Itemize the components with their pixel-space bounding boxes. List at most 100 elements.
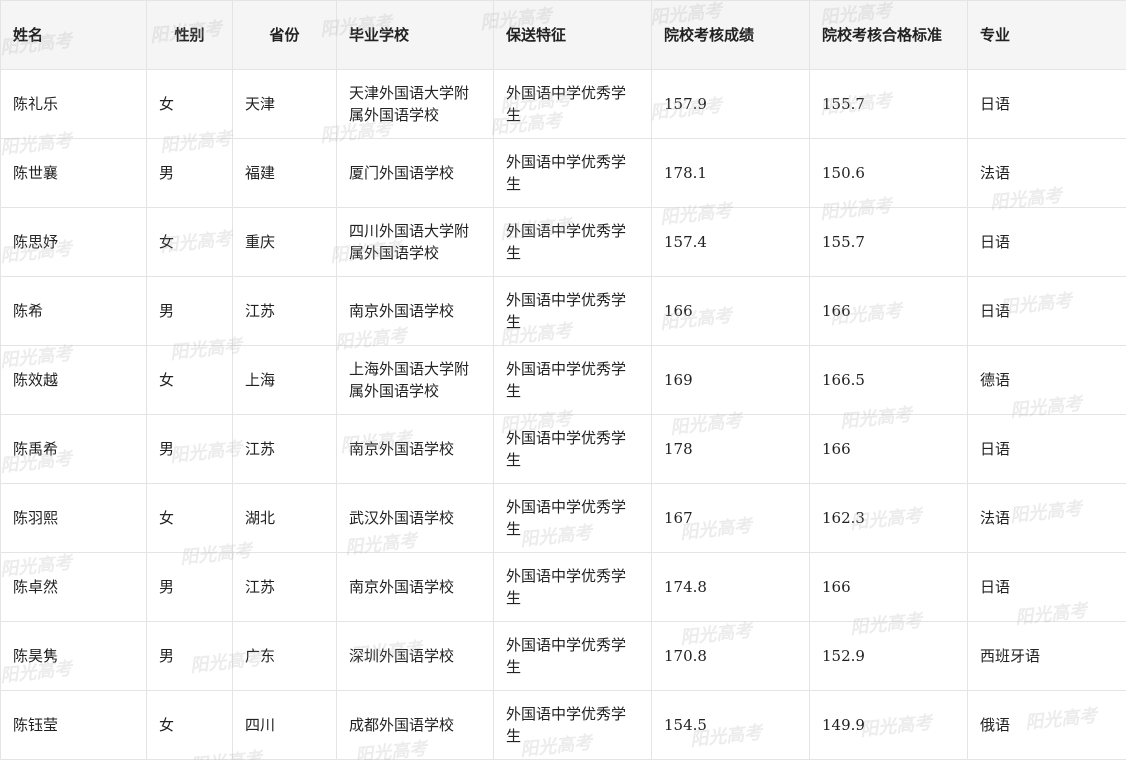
cell-gender: 女 — [146, 207, 233, 277]
cell-gender: 女 — [146, 483, 233, 553]
cell-name: 陈羽熙 — [0, 483, 147, 553]
cell-standard: 150.6 — [809, 138, 968, 208]
cell-major: 日语 — [967, 552, 1126, 622]
cell-school: 南京外国语学校 — [336, 414, 494, 484]
cell-name: 陈钰莹 — [0, 690, 147, 760]
cell-major: 西班牙语 — [967, 621, 1126, 691]
table-body: 陈礼乐女天津 天津外国语大学附属外国语学校 外国语中学优秀学生 157.9 155.7 日… — [0, 69, 1126, 760]
cell-score: 167 — [651, 483, 810, 553]
cell-feature: 外国语中学优秀学生 — [493, 552, 652, 622]
cell-feature: 外国语中学优秀学生 — [493, 276, 652, 346]
cell-gender: 男 — [146, 138, 233, 208]
cell-name: 陈礼乐 — [0, 69, 147, 139]
cell-school: 成都外国语学校 — [336, 690, 494, 760]
cell-gender: 女 — [146, 69, 233, 139]
cell-standard: 166.5 — [809, 345, 968, 415]
cell-gender: 男 — [146, 276, 233, 346]
cell-score: 154.5 — [651, 690, 810, 760]
cell-name: 陈卓然 — [0, 552, 147, 622]
cell-major: 法语 — [967, 138, 1126, 208]
table-row: 陈礼乐女天津 天津外国语大学附属外国语学校 外国语中学优秀学生 157.9 155.7 日… — [0, 69, 1126, 139]
header-major: 专业 — [967, 0, 1126, 70]
cell-gender: 男 — [146, 621, 233, 691]
cell-standard: 162.3 — [809, 483, 968, 553]
cell-gender: 男 — [146, 552, 233, 622]
cell-score: 157.9 — [651, 69, 810, 139]
table-row: 陈羽熙女湖北 武汉外国语学校 外国语中学优秀学生 167 162.3 法语 — [0, 483, 1126, 553]
cell-standard: 155.7 — [809, 207, 968, 277]
cell-feature: 外国语中学优秀学生 — [493, 138, 652, 208]
cell-major: 日语 — [967, 276, 1126, 346]
cell-major: 日语 — [967, 207, 1126, 277]
cell-school: 深圳外国语学校 — [336, 621, 494, 691]
cell-major: 日语 — [967, 69, 1126, 139]
cell-name: 陈昊隽 — [0, 621, 147, 691]
cell-province: 江苏 — [232, 552, 337, 622]
cell-standard: 149.9 — [809, 690, 968, 760]
cell-school: 南京外国语学校 — [336, 552, 494, 622]
table-header-row: 姓名 性别 省份 毕业学校 保送特征 院校考核成绩 院校考核合格标准 专业 — [0, 0, 1126, 70]
cell-score: 170.8 — [651, 621, 810, 691]
cell-school: 南京外国语学校 — [336, 276, 494, 346]
cell-school: 上海外国语大学附属外国语学校 — [336, 345, 494, 415]
cell-major: 俄语 — [967, 690, 1126, 760]
cell-major: 德语 — [967, 345, 1126, 415]
cell-feature: 外国语中学优秀学生 — [493, 621, 652, 691]
table-row: 陈世襄男福建 厦门外国语学校 外国语中学优秀学生 178.1 150.6 法语 — [0, 138, 1126, 208]
table-row: 陈效越女上海 上海外国语大学附属外国语学校 外国语中学优秀学生 169 166.5 德语 — [0, 345, 1126, 415]
cell-name: 陈禹希 — [0, 414, 147, 484]
header-score: 院校考核成绩 — [651, 0, 810, 70]
cell-province: 重庆 — [232, 207, 337, 277]
cell-standard: 155.7 — [809, 69, 968, 139]
cell-score: 166 — [651, 276, 810, 346]
cell-score: 178 — [651, 414, 810, 484]
cell-score: 178.1 — [651, 138, 810, 208]
table-row: 陈思妤女重庆 四川外国语大学附属外国语学校 外国语中学优秀学生 157.4 155.7 日… — [0, 207, 1126, 277]
cell-standard: 152.9 — [809, 621, 968, 691]
header-name: 姓名 — [0, 0, 147, 70]
cell-name: 陈希 — [0, 276, 147, 346]
header-school: 毕业学校 — [336, 0, 494, 70]
cell-score: 157.4 — [651, 207, 810, 277]
cell-major: 法语 — [967, 483, 1126, 553]
cell-gender: 男 — [146, 414, 233, 484]
table-row: 陈禹希男江苏 南京外国语学校 外国语中学优秀学生 178 166 日语 — [0, 414, 1126, 484]
cell-province: 湖北 — [232, 483, 337, 553]
cell-gender: 女 — [146, 345, 233, 415]
header-feature: 保送特征 — [493, 0, 652, 70]
cell-school: 厦门外国语学校 — [336, 138, 494, 208]
cell-province: 江苏 — [232, 276, 337, 346]
cell-feature: 外国语中学优秀学生 — [493, 414, 652, 484]
cell-feature: 外国语中学优秀学生 — [493, 690, 652, 760]
cell-province: 福建 — [232, 138, 337, 208]
header-standard: 院校考核合格标准 — [809, 0, 968, 70]
cell-major: 日语 — [967, 414, 1126, 484]
cell-score: 169 — [651, 345, 810, 415]
cell-province: 上海 — [232, 345, 337, 415]
cell-province: 广东 — [232, 621, 337, 691]
cell-gender: 女 — [146, 690, 233, 760]
cell-name: 陈思妤 — [0, 207, 147, 277]
cell-province: 四川 — [232, 690, 337, 760]
cell-feature: 外国语中学优秀学生 — [493, 483, 652, 553]
cell-province: 天津 — [232, 69, 337, 139]
table-row: 陈希男江苏 南京外国语学校 外国语中学优秀学生 166 166 日语 — [0, 276, 1126, 346]
cell-feature: 外国语中学优秀学生 — [493, 69, 652, 139]
header-province: 省份 — [232, 0, 337, 70]
table-row: 陈卓然男江苏 南京外国语学校 外国语中学优秀学生 174.8 166 日语 — [0, 552, 1126, 622]
admissions-table: 姓名 性别 省份 毕业学校 保送特征 院校考核成绩 院校考核合格标准 专业 陈礼… — [0, 0, 1126, 760]
cell-province: 江苏 — [232, 414, 337, 484]
cell-standard: 166 — [809, 414, 968, 484]
cell-feature: 外国语中学优秀学生 — [493, 207, 652, 277]
cell-school: 天津外国语大学附属外国语学校 — [336, 69, 494, 139]
cell-name: 陈效越 — [0, 345, 147, 415]
cell-school: 武汉外国语学校 — [336, 483, 494, 553]
cell-name: 陈世襄 — [0, 138, 147, 208]
cell-feature: 外国语中学优秀学生 — [493, 345, 652, 415]
cell-standard: 166 — [809, 276, 968, 346]
header-gender: 性别 — [146, 0, 233, 70]
cell-standard: 166 — [809, 552, 968, 622]
cell-score: 174.8 — [651, 552, 810, 622]
table-row: 陈昊隽男广东 深圳外国语学校 外国语中学优秀学生 170.8 152.9 西班牙语 — [0, 621, 1126, 691]
table-row: 陈钰莹女四川 成都外国语学校 外国语中学优秀学生 154.5 149.9 俄语 — [0, 690, 1126, 760]
